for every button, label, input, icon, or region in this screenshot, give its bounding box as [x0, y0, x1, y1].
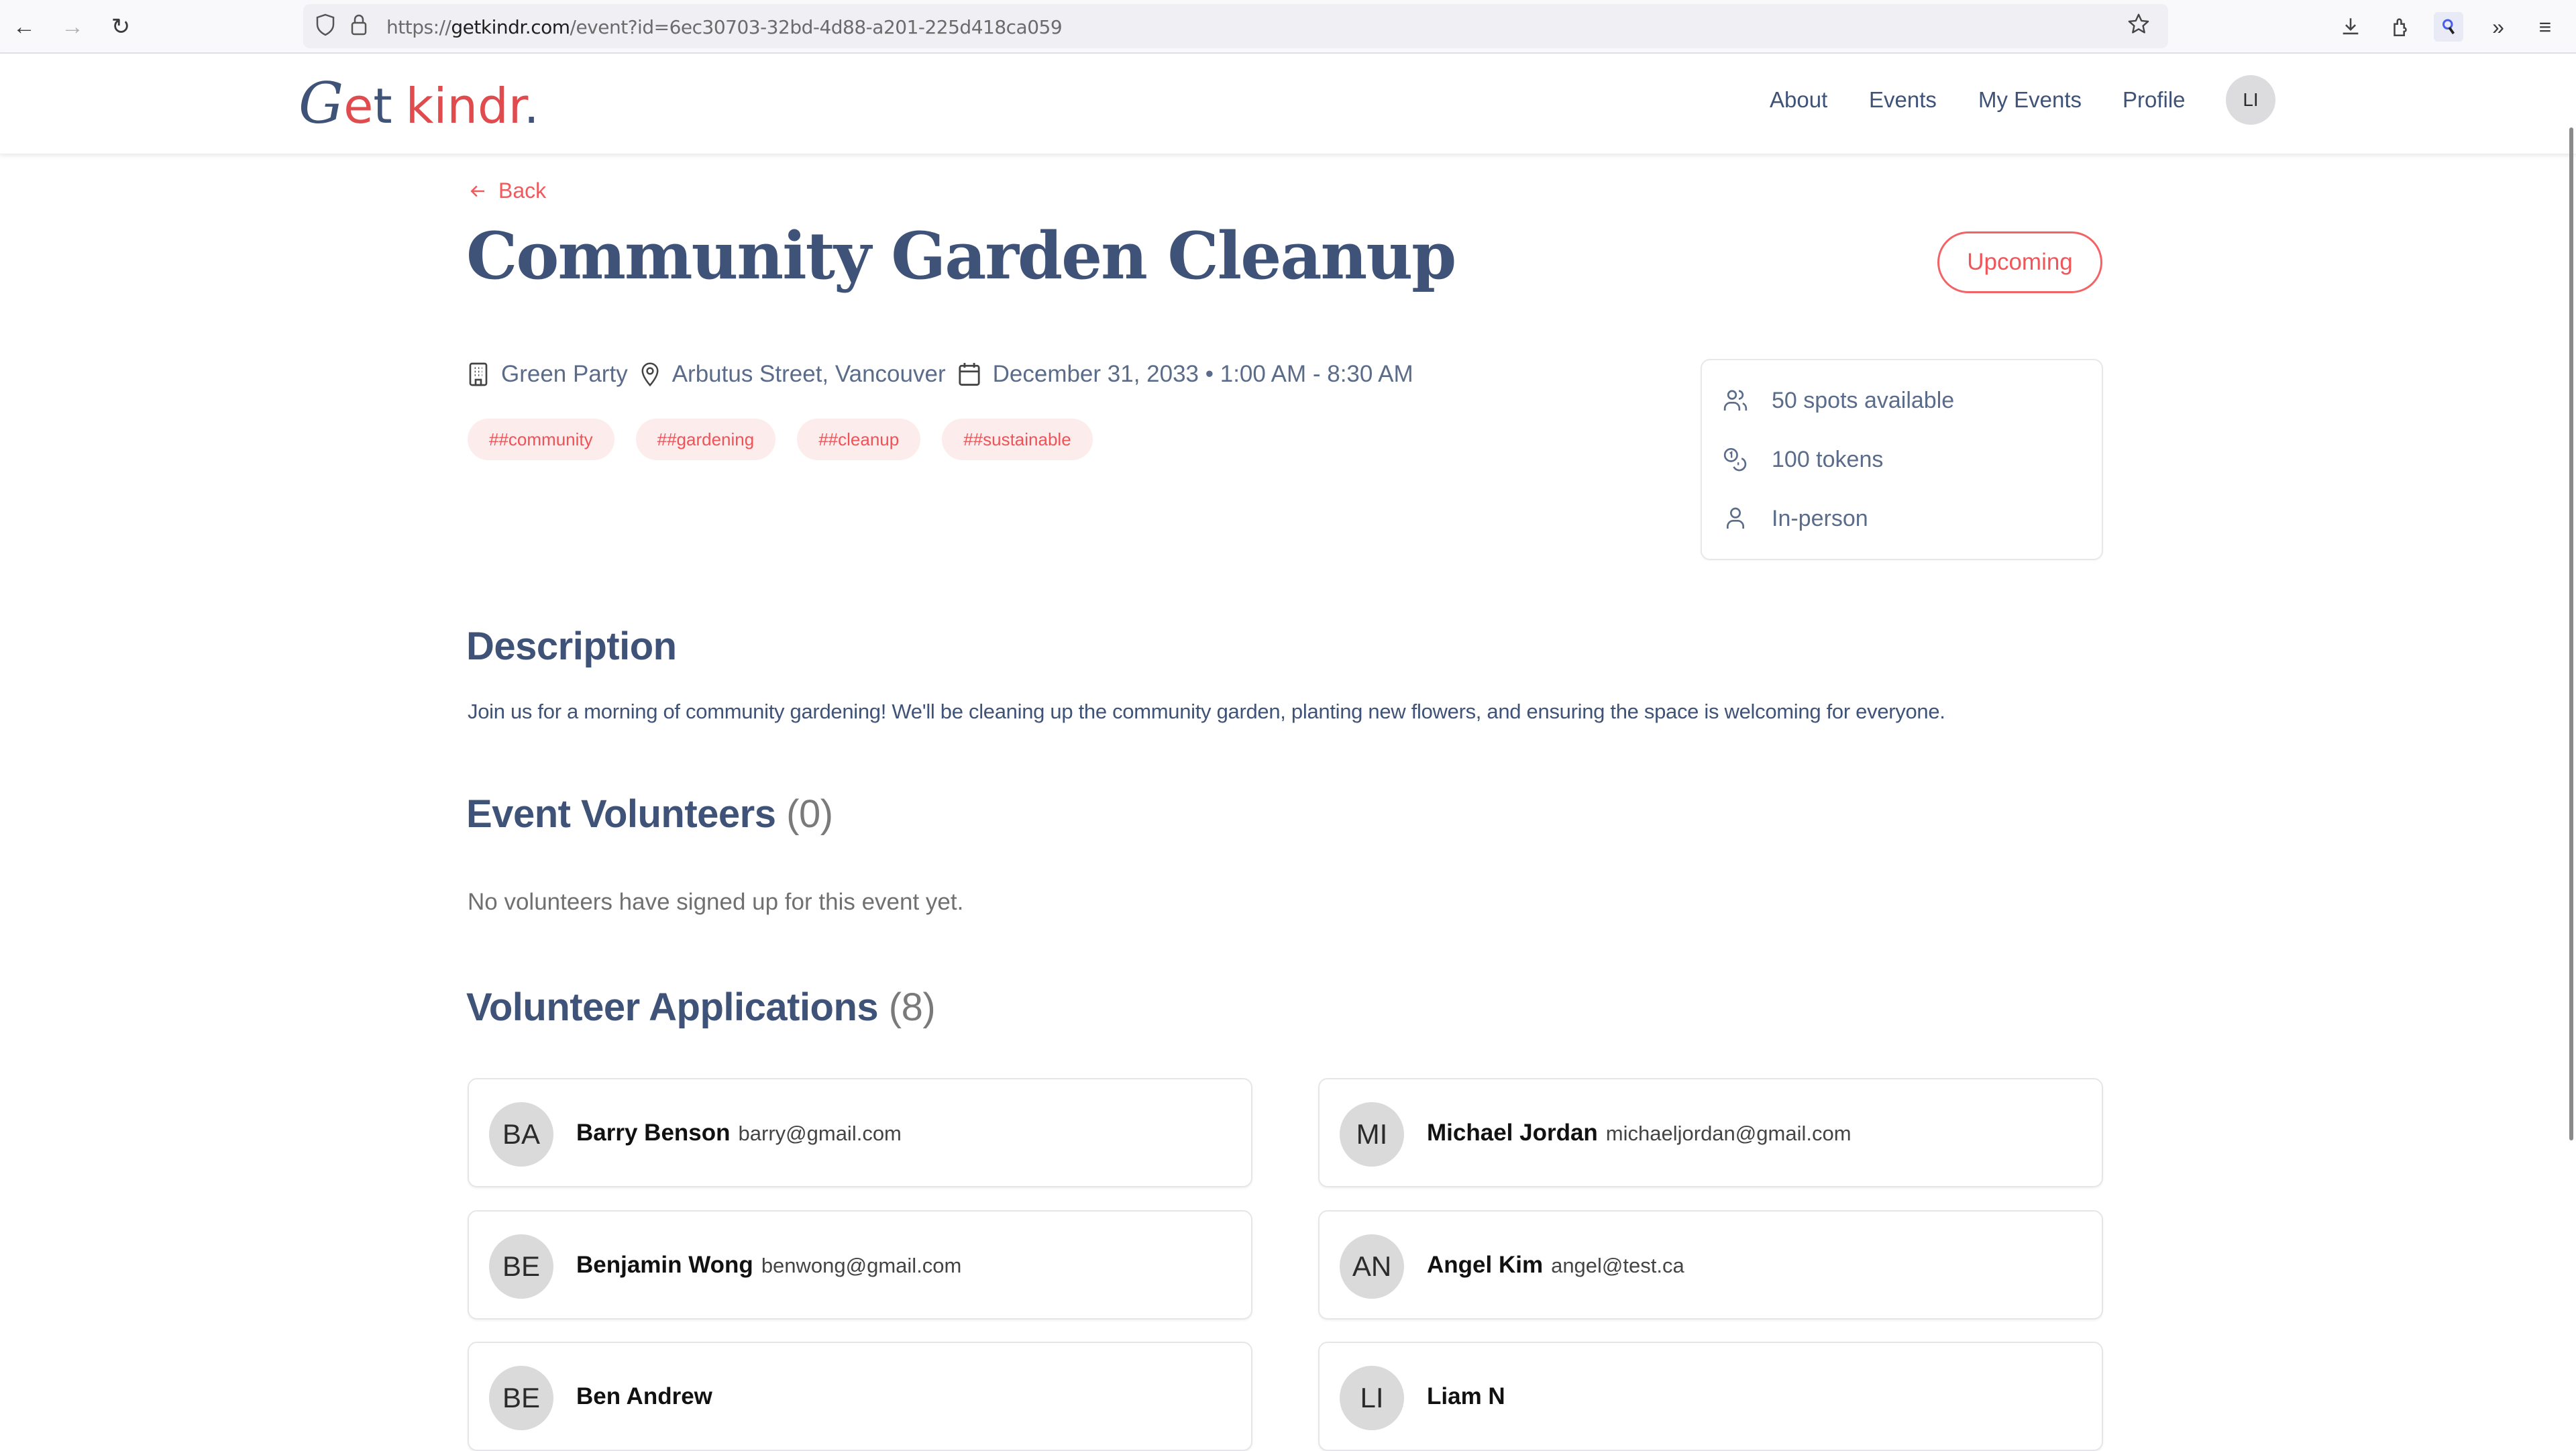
status-badge: Upcoming — [1937, 231, 2102, 293]
tokens-text: 100 tokens — [1772, 446, 1884, 472]
back-arrow-icon[interactable]: ← — [9, 12, 39, 42]
back-button[interactable]: Back — [468, 178, 546, 203]
tag[interactable]: ##sustainable — [942, 419, 1093, 460]
applicant-name: Benjamin Wong — [576, 1252, 753, 1278]
description-text: Join us for a morning of community garde… — [468, 700, 1945, 723]
applicant-email: michaeljordan@gmail.com — [1605, 1122, 1851, 1145]
bookmark-star-icon[interactable] — [2127, 12, 2151, 42]
user-icon — [1727, 507, 1744, 529]
applicant-name: Barry Benson — [576, 1120, 731, 1146]
logo-t: t — [373, 78, 392, 134]
applicant-avatar: BE — [489, 1366, 553, 1430]
volunteers-heading-text: Event Volunteers — [466, 792, 776, 836]
description-heading: Description — [466, 624, 677, 669]
applicant-info: Angel Kim angel@test.ca — [1427, 1252, 1684, 1279]
application-card[interactable]: BE Ben Andrew — [468, 1342, 1252, 1451]
hamburger-menu-icon[interactable]: ≡ — [2530, 12, 2560, 42]
back-label: Back — [498, 178, 547, 203]
url-path: /event?id=6ec30703-32bd-4d88-a201-225d41… — [570, 16, 1063, 38]
tag[interactable]: ##cleanup — [797, 419, 921, 460]
coins-icon — [1723, 447, 1747, 472]
applicant-avatar: BA — [489, 1102, 553, 1167]
url-protocol: https:// — [386, 16, 451, 38]
getkindr-logo[interactable]: Get kindr. — [299, 72, 539, 138]
url-text[interactable]: https://getkindr.com/event?id=6ec30703-3… — [386, 16, 1063, 38]
logo-ndr: ndr — [447, 78, 524, 134]
arrow-left-icon — [470, 185, 484, 197]
shield-icon[interactable] — [315, 13, 335, 42]
applicant-email: barry@gmail.com — [738, 1122, 902, 1145]
application-card[interactable]: BA Barry Benson barry@gmail.com — [468, 1078, 1252, 1187]
browser-toolbar: ← → ↻ https://getkindr.com/event?id=6ec3… — [0, 0, 2576, 54]
spots-available: 50 spots available — [1722, 387, 1954, 414]
applicant-info: Liam N — [1427, 1383, 1513, 1410]
user-avatar[interactable]: LI — [2226, 75, 2275, 125]
applicant-info: Benjamin Wong benwong@gmail.com — [576, 1252, 961, 1279]
applicant-name: Ben Andrew — [576, 1383, 712, 1409]
logo-g: G — [299, 70, 344, 136]
application-card[interactable]: AN Angel Kim angel@test.ca — [1318, 1210, 2103, 1320]
applications-heading: Volunteer Applications (8) — [466, 985, 936, 1030]
tag[interactable]: ##community — [468, 419, 614, 460]
extensions-icon[interactable] — [2385, 12, 2415, 42]
reload-icon[interactable]: ↻ — [106, 12, 136, 42]
location: Arbutus Street, Vancouver — [640, 361, 946, 388]
organization-name: Green Party — [501, 361, 628, 387]
nav-events[interactable]: Events — [1869, 87, 1937, 113]
downloads-icon[interactable] — [2336, 12, 2365, 42]
applicant-name: Michael Jordan — [1427, 1120, 1598, 1146]
application-card[interactable]: BE Benjamin Wong benwong@gmail.com — [468, 1210, 1252, 1320]
tag-list: ##community ##gardening ##cleanup ##sust… — [468, 419, 1093, 460]
applications-count: (8) — [888, 985, 936, 1029]
volunteers-count: (0) — [786, 792, 833, 836]
forward-arrow-icon[interactable]: → — [58, 12, 87, 42]
applicant-name: Liam N — [1427, 1383, 1505, 1409]
logo-ki: ki — [405, 78, 447, 134]
overflow-chevrons-icon[interactable]: » — [2483, 12, 2513, 42]
event-meta: Green Party Arbutus Street, Vancouver De… — [468, 361, 1426, 388]
applicant-info: Michael Jordan michaeljordan@gmail.com — [1427, 1120, 1851, 1146]
event-title: Community Garden Cleanup — [466, 218, 1456, 294]
applicant-avatar: MI — [1340, 1102, 1404, 1167]
logo-dot: . — [523, 78, 539, 134]
application-card[interactable]: LI Liam N — [1318, 1342, 2103, 1451]
description-heading-text: Description — [466, 625, 677, 668]
building-icon — [469, 362, 488, 386]
nav-my-events[interactable]: My Events — [1978, 87, 2082, 113]
organization: Green Party — [468, 361, 628, 388]
search-extension-icon[interactable] — [2434, 12, 2463, 42]
applications-heading-text: Volunteer Applications — [466, 985, 879, 1029]
applicant-info: Ben Andrew — [576, 1383, 720, 1410]
applicant-name: Angel Kim — [1427, 1252, 1544, 1278]
url-domain: getkindr.com — [451, 16, 570, 38]
tag[interactable]: ##gardening — [635, 419, 776, 460]
spots-text: 50 spots available — [1772, 387, 1955, 413]
applicant-info: Barry Benson barry@gmail.com — [576, 1120, 902, 1146]
location-text: Arbutus Street, Vancouver — [672, 361, 946, 387]
event-info-card: 50 spots available 100 tokens In-person — [1701, 359, 2103, 560]
nav-profile[interactable]: Profile — [2123, 87, 2186, 113]
mode-text: In-person — [1772, 505, 1868, 531]
token-reward: 100 tokens — [1722, 446, 1883, 473]
lock-icon[interactable] — [350, 13, 368, 42]
address-bar[interactable]: https://getkindr.com/event?id=6ec30703-3… — [303, 4, 2168, 48]
map-pin-icon — [641, 362, 659, 387]
applicant-avatar: AN — [1340, 1234, 1404, 1299]
applicant-email: angel@test.ca — [1551, 1254, 1684, 1277]
volunteers-empty-text: No volunteers have signed up for this ev… — [468, 889, 964, 915]
applicant-avatar: BE — [489, 1234, 553, 1299]
users-icon — [1723, 390, 1748, 411]
logo-e: e — [343, 78, 374, 134]
application-card[interactable]: MI Michael Jordan michaeljordan@gmail.com — [1318, 1078, 2103, 1187]
applicant-avatar: LI — [1340, 1366, 1404, 1430]
nav-about[interactable]: About — [1770, 87, 1827, 113]
site-header: Get kindr. About Events My Events Profil… — [0, 54, 2576, 154]
page-scrollbar[interactable] — [2569, 127, 2573, 1140]
attendance-mode: In-person — [1722, 505, 1868, 532]
datetime-text: December 31, 2033 • 1:00 AM - 8:30 AM — [992, 361, 1413, 387]
datetime: December 31, 2033 • 1:00 AM - 8:30 AM — [958, 361, 1413, 388]
calendar-icon — [959, 363, 980, 386]
applicant-email: benwong@gmail.com — [761, 1254, 962, 1277]
volunteers-heading: Event Volunteers (0) — [466, 792, 833, 837]
